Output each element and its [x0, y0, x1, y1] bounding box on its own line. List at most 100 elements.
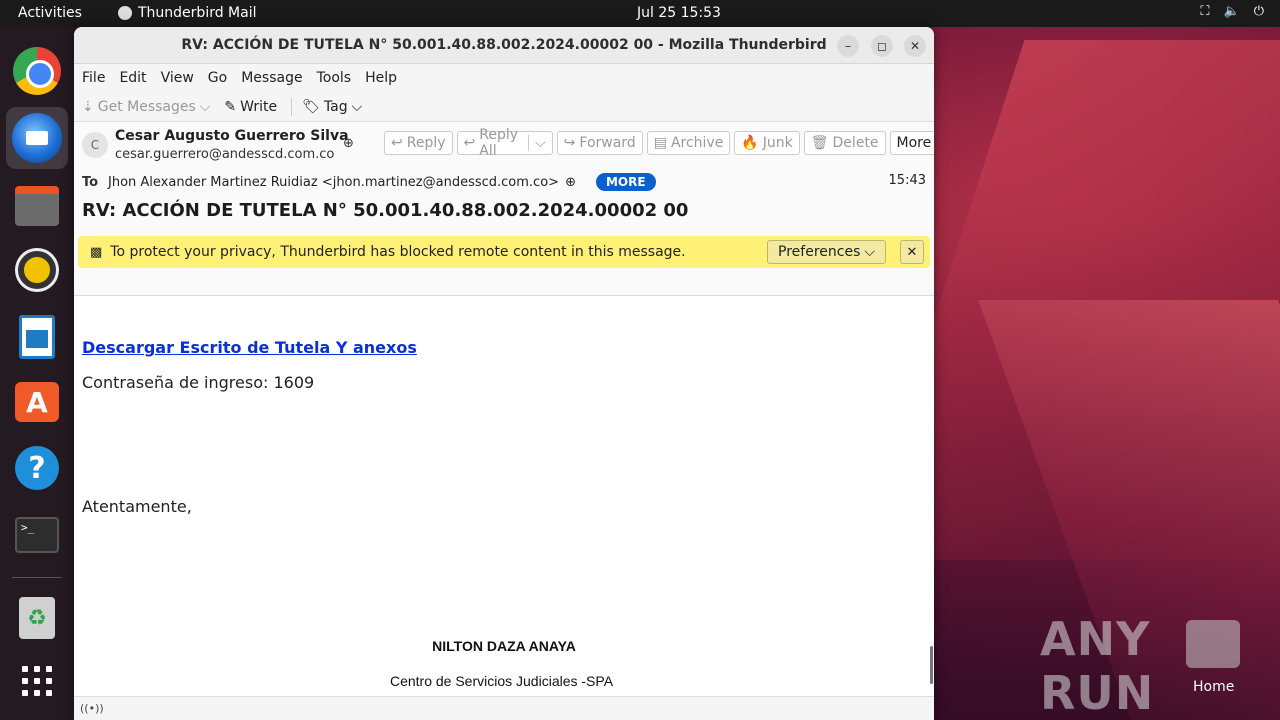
menu-help[interactable]: Help: [365, 70, 397, 86]
junk-button[interactable]: 🔥 Junk: [734, 131, 800, 155]
reply-icon: ↩: [391, 135, 403, 151]
forward-label: Forward: [579, 135, 636, 151]
get-messages-label: Get Messages: [97, 98, 196, 115]
software-store-icon: A: [15, 382, 59, 422]
minimize-button[interactable]: –: [837, 35, 859, 57]
message-actions: ↩ Reply ↩ Reply All ⌵ ↪ Forward ▤ Archiv…: [384, 127, 934, 159]
reply-all-button[interactable]: ↩ Reply All ⌵: [456, 127, 553, 159]
add-contact-icon[interactable]: ⊕: [565, 175, 576, 190]
help-icon: ?: [15, 446, 59, 490]
reply-all-icon: ↩: [463, 135, 476, 151]
apps-grid-icon: [22, 666, 52, 696]
maximize-button[interactable]: ◻: [871, 35, 893, 57]
recipient[interactable]: Jhon Alexander Martinez Ruidiaz <jhon.ma…: [108, 175, 559, 190]
home-folder-icon[interactable]: [1186, 620, 1240, 668]
dock-show-apps[interactable]: [13, 657, 61, 705]
dock-writer[interactable]: [13, 313, 61, 361]
menu-view[interactable]: View: [161, 70, 194, 86]
chrome-icon: [13, 47, 61, 95]
power-icon: ⏻: [1253, 4, 1264, 19]
message-time: 15:43: [888, 173, 926, 188]
password-line: Contraseña de ingreso: 1609: [82, 373, 315, 392]
toolbar-separator: [291, 97, 293, 116]
forward-button[interactable]: ↪ Forward: [556, 131, 643, 155]
get-messages-icon: ⇣: [82, 98, 94, 115]
archive-button[interactable]: ▤ Archive: [646, 131, 731, 155]
system-tray[interactable]: ⛶ 🔈 ⏻: [1200, 4, 1264, 19]
terminal-icon: >_: [15, 517, 59, 553]
close-notification-button[interactable]: ✕: [900, 240, 924, 264]
message-header: C Cesar Augusto Guerrero Silva cesar.gue…: [74, 122, 934, 296]
tag-button[interactable]: 🏷 Tag ⌵: [302, 99, 362, 115]
trash-icon: ♻: [19, 597, 55, 639]
blocked-content-icon: ▩: [90, 244, 103, 260]
more-label: More: [896, 135, 932, 151]
preferences-button[interactable]: Preferences ⌵: [767, 240, 886, 264]
dock-help[interactable]: ?: [13, 444, 61, 492]
clock[interactable]: Jul 25 15:53: [637, 5, 721, 21]
get-messages-button[interactable]: ⇣ Get Messages ⌵: [82, 99, 210, 115]
write-button[interactable]: ✎ Write: [224, 99, 277, 115]
more-button[interactable]: More ⌵: [889, 131, 934, 155]
rhythmbox-icon: [18, 251, 56, 289]
window-title: RV: ACCIÓN DE TUTELA N° 50.001.40.88.002…: [181, 37, 827, 53]
thunderbird-window: RV: ACCIÓN DE TUTELA N° 50.001.40.88.002…: [74, 27, 934, 720]
network-icon: ⛶: [1200, 4, 1210, 19]
chevron-down-icon[interactable]: ⌵: [200, 99, 211, 115]
app-menu[interactable]: Thunderbird Mail: [118, 5, 257, 21]
files-icon: [15, 186, 59, 226]
archive-icon: ▤: [653, 135, 667, 151]
home-label[interactable]: Home: [1193, 679, 1234, 695]
tag-icon: 🏷: [302, 98, 320, 115]
dock-terminal[interactable]: >_: [13, 511, 61, 559]
delete-label: Delete: [832, 135, 879, 151]
download-link[interactable]: Descargar Escrito de Tutela Y anexos: [82, 338, 417, 357]
reply-all-label: Reply All: [479, 127, 519, 159]
activities-button[interactable]: Activities: [18, 5, 82, 21]
signature-name: NILTON DAZA ANAYA: [432, 638, 576, 654]
dock: A ? >_ ♻: [0, 27, 74, 720]
recipients-row: To Jhon Alexander Martinez Ruidiaz <jhon…: [82, 173, 656, 191]
chevron-down-icon: ⌵: [864, 244, 875, 260]
menu-tools[interactable]: Tools: [317, 70, 352, 86]
pencil-icon: ✎: [224, 98, 237, 115]
app-name: Thunderbird Mail: [138, 5, 257, 21]
sender-name[interactable]: Cesar Augusto Guerrero Silva: [115, 128, 349, 144]
forward-icon: ↪: [563, 135, 576, 151]
top-bar: Activities Thunderbird Mail Jul 25 15:53…: [0, 0, 1280, 27]
sender-email[interactable]: cesar.guerrero@andesscd.com.co: [115, 147, 334, 162]
menu-edit[interactable]: Edit: [119, 70, 146, 86]
menu-file[interactable]: File: [82, 70, 105, 86]
tag-label: Tag: [323, 98, 348, 115]
add-contact-icon[interactable]: ⊕: [343, 136, 354, 151]
menu-go[interactable]: Go: [208, 70, 227, 86]
watermark-logo: ANY RUN: [1040, 612, 1155, 720]
thunderbird-icon: [12, 113, 62, 163]
junk-label: Junk: [762, 135, 793, 151]
reply-button[interactable]: ↩ Reply: [384, 131, 453, 155]
title-bar[interactable]: RV: ACCIÓN DE TUTELA N° 50.001.40.88.002…: [74, 27, 934, 64]
to-label: To: [82, 174, 99, 190]
message-subject: RV: ACCIÓN DE TUTELA N° 50.001.40.88.002…: [82, 200, 689, 221]
dock-software[interactable]: A: [13, 378, 61, 426]
more-recipients-badge[interactable]: MORE: [595, 173, 656, 191]
scrollbar[interactable]: [930, 646, 933, 684]
online-status-icon[interactable]: ((•)): [80, 702, 104, 715]
menu-bar: File Edit View Go Message Tools Help: [74, 64, 934, 92]
trash-icon: 🗑: [810, 135, 829, 151]
menu-message[interactable]: Message: [241, 70, 302, 86]
dock-thunderbird[interactable]: [6, 107, 68, 169]
dock-rhythmbox[interactable]: [13, 246, 61, 294]
archive-label: Archive: [670, 135, 724, 151]
delete-button[interactable]: 🗑 Delete: [803, 131, 886, 155]
dock-separator: [12, 577, 62, 578]
dock-files[interactable]: [13, 182, 61, 230]
close-window-button[interactable]: ✕: [904, 35, 926, 57]
avatar: C: [82, 132, 108, 158]
message-body: Descargar Escrito de Tutela Y anexos Con…: [74, 296, 934, 712]
chevron-down-icon[interactable]: ⌵: [528, 135, 546, 151]
dock-trash[interactable]: ♻: [13, 594, 61, 642]
dock-chrome[interactable]: [13, 47, 61, 95]
remote-content-notification: ▩ To protect your privacy, Thunderbird h…: [78, 236, 930, 268]
reply-label: Reply: [406, 135, 446, 151]
